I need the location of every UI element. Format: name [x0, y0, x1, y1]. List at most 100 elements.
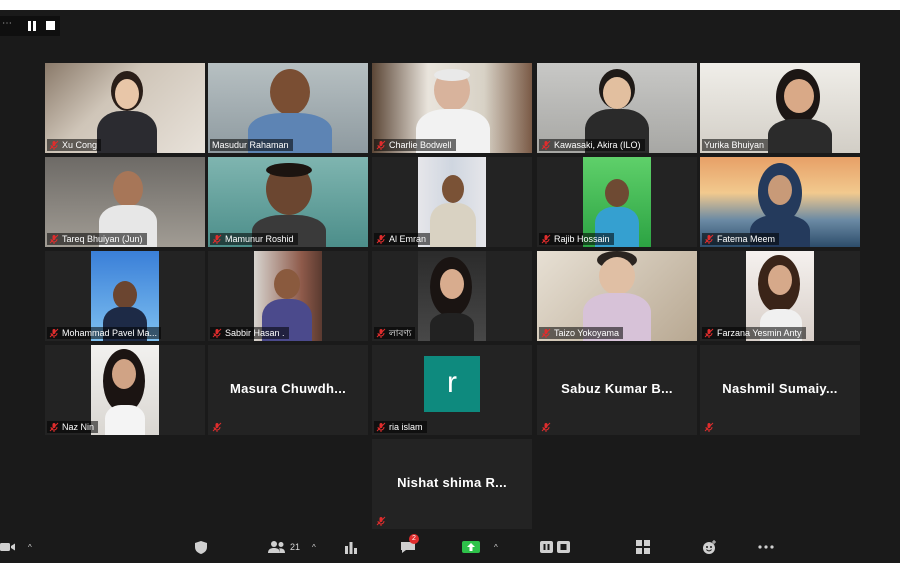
muted-mic-icon — [376, 422, 386, 432]
meeting-toolbar: ^ 21 ^ 2 ^ — [0, 533, 900, 563]
participant-name: Sabuz Kumar B... — [561, 381, 673, 396]
participant-name-label: Naz Nin — [47, 421, 99, 433]
participant-tile-charlie-bodwell[interactable]: Charlie Bodwell — [372, 63, 532, 153]
participants-button[interactable]: 21 ^ — [268, 540, 322, 556]
participant-tile-labonno[interactable]: লাবণ্য — [372, 251, 532, 341]
muted-mic-icon — [704, 422, 714, 432]
drag-handle-icon[interactable]: ⋯ — [2, 18, 12, 29]
participant-name: Charlie Bodwell — [389, 140, 452, 150]
share-screen-button[interactable]: ^ — [462, 540, 506, 556]
participant-tile-kawasaki-akira[interactable]: Kawasaki, Akira (ILO) — [537, 63, 697, 153]
muted-mic-icon — [704, 234, 714, 244]
participant-name: Yurika Bhuiyan — [704, 140, 765, 150]
polls-button[interactable] — [344, 540, 360, 556]
participant-name: Masura Chuwdh... — [229, 381, 347, 396]
participant-tile-nishat-shima[interactable]: Nishat shima R... — [372, 439, 532, 529]
participant-tile-yurika-bhuiyan[interactable]: Yurika Bhuiyan — [700, 63, 860, 153]
participant-name-label: Rajib Hossain — [539, 233, 614, 245]
participant-tile-ria-islam[interactable]: r ria islam — [372, 345, 532, 435]
stop-share-icon[interactable] — [46, 21, 55, 30]
participant-name: Xu Cong — [62, 140, 98, 150]
participant-tile-sabuz-kumar[interactable]: Sabuz Kumar B... — [537, 345, 697, 435]
participant-name-label: Farzana Yesmin Anty — [702, 327, 806, 339]
video-feed — [418, 251, 486, 341]
reactions-icon — [703, 540, 716, 554]
video-icon — [0, 543, 15, 551]
participant-name: Kawasaki, Akira (ILO) — [554, 140, 641, 150]
participants-icon — [268, 541, 285, 553]
participant-tile-naz-nin[interactable]: Naz Nin — [45, 345, 205, 435]
screen-share-control-bar: ⋯ — [0, 16, 60, 36]
participant-name: Sabbir Hasan . — [225, 328, 285, 338]
muted-mic-icon — [212, 328, 222, 338]
participant-name: Naz Nin — [62, 422, 95, 432]
participant-name: Mamunur Roshid — [225, 234, 294, 244]
participant-tile-xu-cong[interactable]: Xu Cong — [45, 63, 205, 153]
muted-mic-icon — [212, 234, 222, 244]
security-button[interactable] — [194, 540, 214, 556]
breakout-rooms-button[interactable] — [636, 540, 652, 556]
muted-mic-icon — [49, 234, 59, 244]
participant-name: Al Emran — [389, 234, 427, 244]
participant-name: Taizo Yokoyama — [554, 328, 620, 338]
muted-mic-icon — [541, 328, 551, 338]
participant-tile-rajib-hossain[interactable]: Rajib Hossain — [537, 157, 697, 247]
muted-mic-icon — [704, 328, 714, 338]
record-button[interactable] — [540, 540, 574, 556]
muted-mic-icon — [376, 234, 386, 244]
participant-name: ria islam — [389, 422, 423, 432]
participant-name-label: ria islam — [374, 421, 427, 433]
participant-tile-masudur-rahaman[interactable]: Masudur Rahaman — [208, 63, 368, 153]
participant-name: লাবণ্য — [389, 328, 412, 338]
participant-name-label: Taizo Yokoyama — [539, 327, 624, 339]
muted-mic-icon — [49, 140, 59, 150]
participant-name-label: Yurika Bhuiyan — [702, 139, 769, 151]
security-shield-icon — [195, 541, 207, 554]
participant-name: Rajib Hossain — [554, 234, 610, 244]
participant-name-label: Xu Cong — [47, 139, 102, 151]
muted-mic-icon — [541, 422, 551, 432]
muted-mic-icon — [49, 328, 59, 338]
participant-name: Tareq Bhuiyan (Jun) — [62, 234, 143, 244]
participant-name-label: Mamunur Roshid — [210, 233, 298, 245]
participant-tile-farzana-yesmin-anty[interactable]: Farzana Yesmin Anty — [700, 251, 860, 341]
muted-mic-icon — [376, 516, 386, 526]
participant-name: Nishat shima R... — [397, 475, 507, 490]
chat-button[interactable]: 2 — [400, 534, 430, 556]
participant-name: Nashmil Sumaiy... — [722, 381, 838, 396]
meeting-window: ⋯ Xu Cong Masudur Rahaman Charlie Bodwel… — [0, 10, 900, 563]
participant-name-label: লাবণ্য — [374, 327, 416, 339]
participant-tile-nashmil-sumaiy[interactable]: Nashmil Sumaiy... — [700, 345, 860, 435]
chevron-up-icon[interactable]: ^ — [28, 543, 32, 552]
muted-mic-icon — [376, 328, 386, 338]
participant-tile-masura-chuwdh[interactable]: Masura Chuwdh... — [208, 345, 368, 435]
participant-name-label: Fatema Meem — [702, 233, 780, 245]
video-button[interactable]: ^ — [0, 540, 40, 556]
participant-tile-mohammad-pavel[interactable]: Mohammad Pavel Ma... — [45, 251, 205, 341]
chevron-up-icon[interactable]: ^ — [312, 543, 316, 552]
participant-tile-mamunur-roshid[interactable]: Mamunur Roshid — [208, 157, 368, 247]
record-icon — [540, 541, 570, 553]
pause-share-icon[interactable] — [26, 20, 38, 32]
participants-count: 21 — [290, 542, 301, 552]
polls-icon — [345, 542, 357, 554]
muted-mic-icon — [212, 422, 222, 432]
participant-name: Farzana Yesmin Anty — [717, 328, 802, 338]
muted-mic-icon — [376, 140, 386, 150]
chevron-up-icon[interactable]: ^ — [494, 543, 498, 552]
participant-tile-tareq-bhuiyan[interactable]: Tareq Bhuiyan (Jun) — [45, 157, 205, 247]
participant-tile-sabbir-hasan[interactable]: Sabbir Hasan . — [208, 251, 368, 341]
participant-tile-fatema-meem[interactable]: Fatema Meem — [700, 157, 860, 247]
muted-mic-icon — [541, 234, 551, 244]
participant-name-label: Sabbir Hasan . — [210, 327, 289, 339]
participant-tile-taizo-yokoyama[interactable]: Taizo Yokoyama — [537, 251, 697, 341]
participant-tile-al-emran[interactable]: Al Emran — [372, 157, 532, 247]
reactions-button[interactable] — [702, 540, 718, 556]
muted-mic-icon — [49, 422, 59, 432]
participant-name: Masudur Rahaman — [212, 140, 289, 150]
avatar: r — [424, 356, 480, 412]
breakout-rooms-icon — [636, 540, 650, 554]
more-button[interactable] — [758, 540, 776, 556]
share-screen-icon — [462, 541, 480, 553]
participant-name-label: Al Emran — [374, 233, 431, 245]
